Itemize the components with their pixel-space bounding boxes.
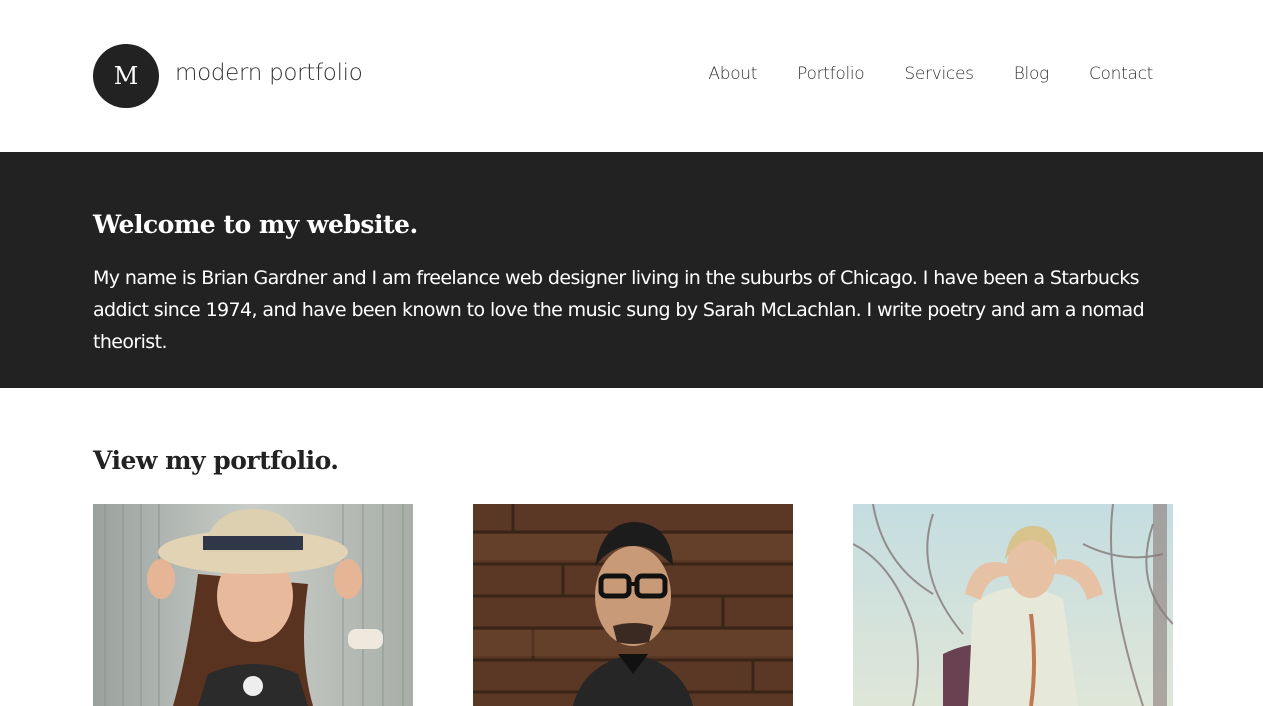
welcome-title: Welcome to my website. [93,210,418,239]
main-navigation: About Portfolio Services Blog Contact [708,64,1153,84]
portfolio-item-3[interactable] [853,504,1173,706]
welcome-text: My name is Brian Gardner and I am freela… [93,267,1145,353]
site-header: M modern portfolio About Portfolio Servi… [0,0,1263,152]
logo-badge[interactable]: M [93,44,159,108]
logo-letter: M [113,62,139,90]
portrait-woman-branches-photo [853,504,1173,706]
welcome-section: Welcome to my website. My name is Brian … [0,152,1263,388]
nav-about[interactable]: About [708,64,757,84]
portrait-man-glasses-photo [473,504,793,706]
site-title[interactable]: modern portfolio [175,60,363,86]
portfolio-heading: View my portfolio. [93,446,339,475]
nav-contact[interactable]: Contact [1089,64,1153,84]
portfolio-item-1[interactable] [93,504,413,706]
nav-blog[interactable]: Blog [1014,64,1050,84]
portfolio-item-2[interactable] [473,504,793,706]
portrait-woman-hat-photo [93,504,413,706]
nav-services[interactable]: Services [904,64,974,84]
nav-portfolio[interactable]: Portfolio [797,64,865,84]
